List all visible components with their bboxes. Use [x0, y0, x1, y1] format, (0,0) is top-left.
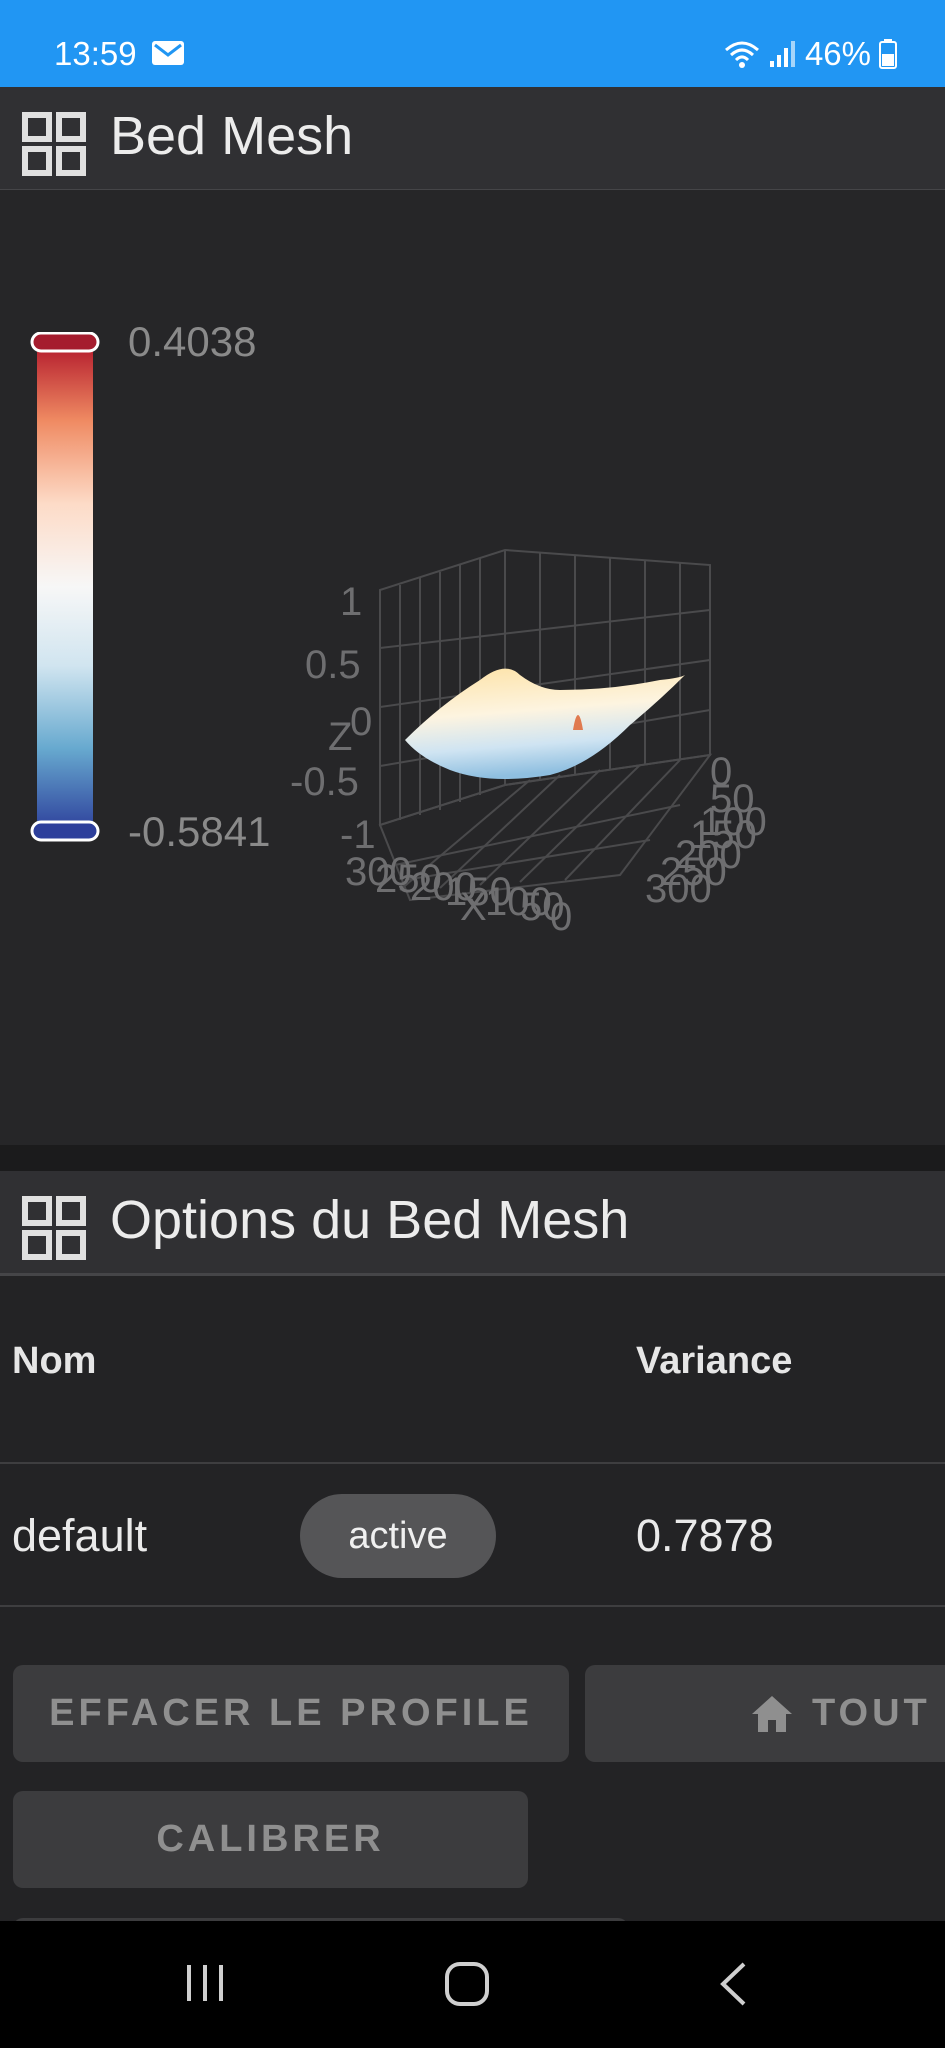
- profile-variance: 0.7878: [636, 1510, 774, 1561]
- scale-max-value: 0.4038: [128, 318, 257, 365]
- table-divider: [0, 1462, 945, 1464]
- home-icon[interactable]: [444, 1961, 490, 2007]
- back-icon[interactable]: [718, 1961, 748, 2007]
- column-header-variance: Variance: [636, 1340, 793, 1382]
- z-axis-ticks: 1 0.5 0 -0.5 -1 Z: [290, 580, 376, 857]
- x-tick: 0: [550, 895, 572, 939]
- mesh-3d-plot[interactable]: 1 0.5 0 -0.5 -1 Z 300 250 200 150 100 50…: [290, 530, 790, 950]
- grid-icon: [22, 1196, 86, 1260]
- mesh-options-title: Options du Bed Mesh: [110, 1190, 630, 1250]
- grid-icon: [22, 112, 86, 176]
- z-tick: 1: [340, 580, 362, 624]
- calibrate-button[interactable]: CALIBRER: [13, 1791, 528, 1888]
- z-tick: -0.5: [290, 760, 359, 804]
- y-tick: 300: [645, 867, 712, 911]
- x-axis-label: X: [460, 885, 487, 929]
- wifi-icon: [724, 41, 759, 68]
- clear-profile-button[interactable]: EFFACER LE PROFILE: [13, 1665, 569, 1762]
- scale-max-handle[interactable]: [30, 332, 100, 353]
- status-badge: active: [300, 1494, 496, 1578]
- home-all-label: TOUT: [812, 1692, 931, 1734]
- scale-min-handle[interactable]: [30, 820, 100, 842]
- signal-icon: [769, 41, 795, 67]
- bed-mesh-title: Bed Mesh: [110, 106, 354, 166]
- y-axis-ticks: 0 50 100 150 200 250 300: [645, 750, 767, 911]
- mesh-surface: [405, 668, 685, 779]
- system-nav-bar: [0, 1921, 945, 2048]
- status-right-icons: 46%: [723, 35, 897, 73]
- column-header-name: Nom: [12, 1340, 97, 1382]
- home-icon: [752, 1695, 792, 1732]
- home-all-button[interactable]: TOUT: [585, 1665, 945, 1762]
- clear-profile-label: EFFACER LE PROFILE: [49, 1692, 533, 1734]
- mail-icon: [152, 41, 184, 65]
- z-axis-label: Z: [328, 715, 352, 759]
- battery-icon: [879, 39, 897, 69]
- color-scale-bar: [30, 332, 100, 842]
- battery-percent: 46%: [804, 35, 871, 72]
- status-time: 13:59: [54, 35, 137, 72]
- status-bar: 13:59 46%: [0, 0, 945, 87]
- bed-mesh-header: Bed Mesh: [0, 87, 945, 192]
- recents-icon[interactable]: [183, 1961, 227, 2005]
- table-divider: [0, 1605, 945, 1607]
- scale-min-value: -0.5841: [128, 808, 271, 855]
- z-tick: 0: [350, 700, 372, 744]
- calibrate-label: CALIBRER: [156, 1818, 385, 1860]
- mesh-options-header: Options du Bed Mesh: [0, 1171, 945, 1276]
- z-tick: 0.5: [305, 643, 361, 687]
- card-separator: [0, 1145, 945, 1171]
- profile-name[interactable]: default: [12, 1510, 147, 1562]
